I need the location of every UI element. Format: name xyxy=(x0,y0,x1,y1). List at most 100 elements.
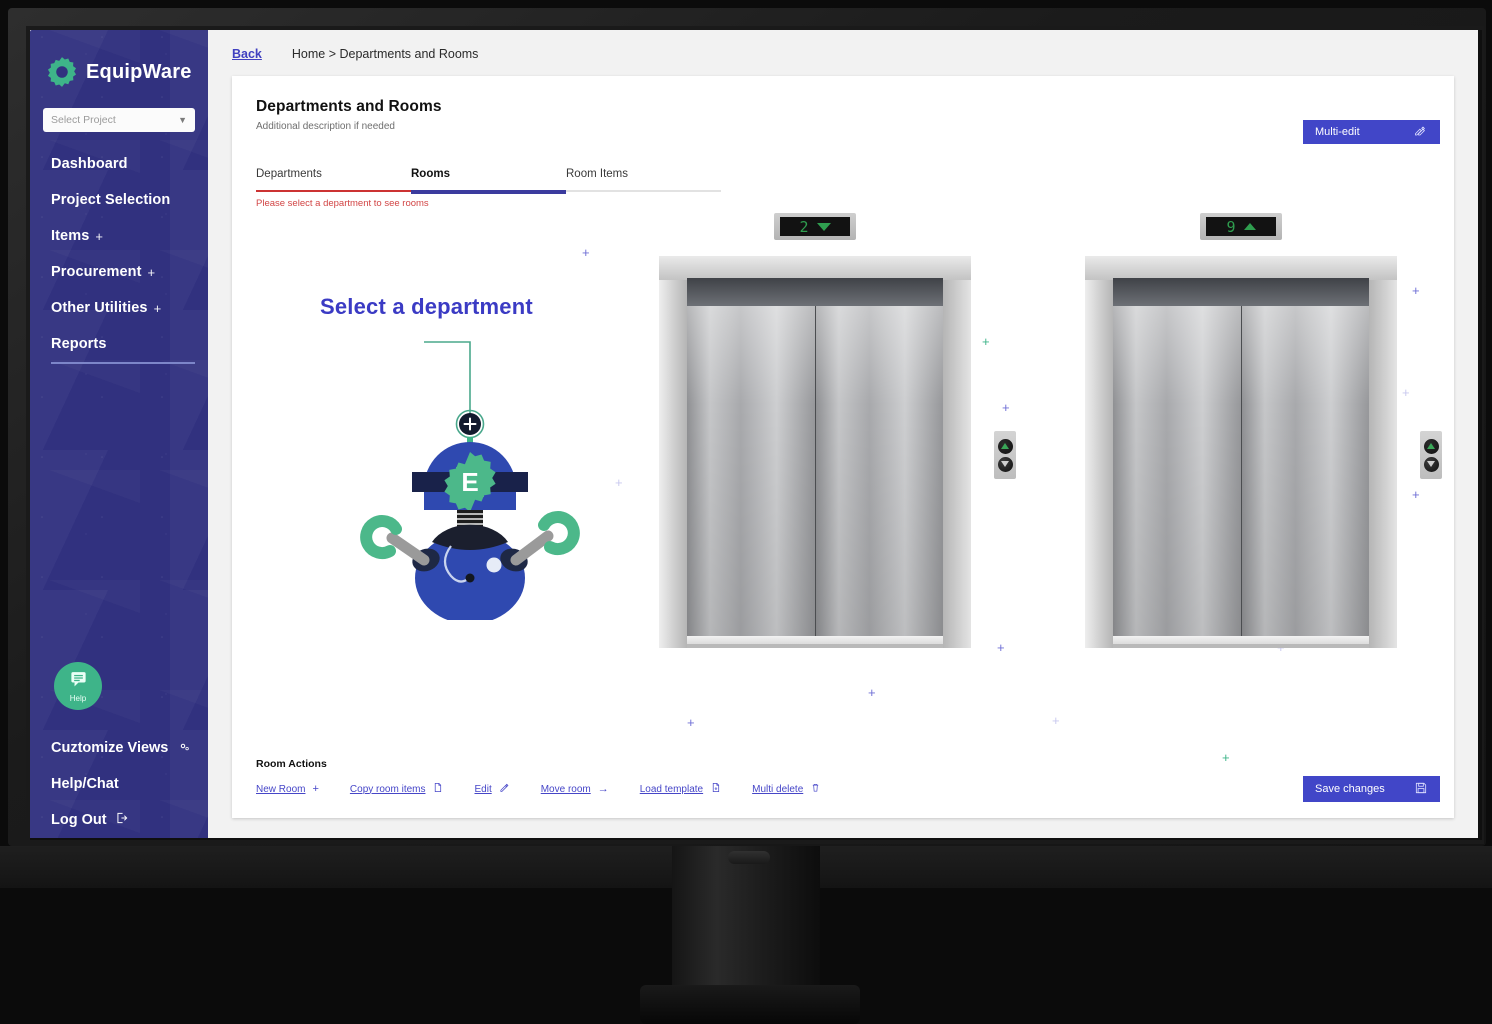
load-template-action[interactable]: Load template xyxy=(640,782,721,796)
breadcrumb: Home > Departments and Rooms xyxy=(292,47,479,61)
sidebar-item-items[interactable]: Items + xyxy=(30,218,208,254)
sidebar-item-help-chat[interactable]: Help/Chat xyxy=(30,766,208,802)
elevator-left-doors[interactable] xyxy=(659,256,971,648)
sidebar-nav: Dashboard Project Selection Items + Proc… xyxy=(30,146,208,364)
sidebar-item-label: Project Selection xyxy=(51,192,170,208)
content-card: Departments and Rooms Additional descrip… xyxy=(232,76,1454,818)
tab-underlines xyxy=(256,190,722,194)
tab-error-message: Please select a department to see rooms xyxy=(256,198,429,209)
elevator-left-indicator: 2 xyxy=(774,213,856,240)
sidebar-item-customize-views[interactable]: Cuztomize Views xyxy=(30,730,208,766)
project-select-dropdown[interactable]: Select Project ▼ xyxy=(43,108,195,132)
multi-edit-button[interactable]: Multi-edit xyxy=(1303,120,1440,144)
brand: EquipWare xyxy=(30,30,208,90)
elevator-right-indicator: 9 xyxy=(1200,213,1282,240)
copy-room-items-label: Copy room items xyxy=(350,784,426,795)
call-up-button[interactable] xyxy=(1424,439,1439,454)
monitor-stand-neck xyxy=(672,846,820,996)
arrow-up-icon xyxy=(1244,223,1256,230)
elevator-left-floor: 2 xyxy=(799,218,808,236)
sidebar-item-procurement[interactable]: Procurement + xyxy=(30,254,208,290)
sidebar-item-other-utilities[interactable]: Other Utilities + xyxy=(30,290,208,326)
save-changes-button[interactable]: Save changes xyxy=(1303,776,1440,802)
sidebar-item-label: Other Utilities xyxy=(51,300,148,316)
chevron-down-icon: ▼ xyxy=(178,115,187,125)
tab-rooms[interactable]: Rooms xyxy=(411,168,566,187)
document-download-icon xyxy=(710,782,721,796)
call-down-button[interactable] xyxy=(998,457,1013,472)
door-sill xyxy=(1113,636,1369,644)
edit-action[interactable]: Edit xyxy=(474,782,509,796)
elevator-right-call-panel[interactable] xyxy=(1420,431,1442,479)
help-bubble-label: Help xyxy=(70,694,86,703)
move-room-label: Move room xyxy=(541,784,591,795)
room-actions-title: Room Actions xyxy=(256,758,1436,770)
elevator-left-call-panel[interactable] xyxy=(994,431,1016,479)
door-leaf-right xyxy=(816,306,944,636)
elevator-right-indicator-screen: 9 xyxy=(1206,217,1276,236)
door-frame-right xyxy=(943,256,971,648)
monitor-bezel: EquipWare Select Project ▼ Dashboard Pro… xyxy=(8,8,1486,846)
page-title: Departments and Rooms xyxy=(256,98,1454,116)
edit-label: Edit xyxy=(474,784,491,795)
pencil-icon xyxy=(499,782,510,796)
sparkle-icon: + xyxy=(868,686,876,699)
rooms-canvas: + + + + + + + + + + + + + + + xyxy=(232,216,1454,676)
help-bubble-button[interactable]: Help xyxy=(54,662,102,710)
main-content: Back Home > Departments and Rooms Depart… xyxy=(208,30,1478,838)
multi-delete-action[interactable]: Multi delete xyxy=(752,782,821,796)
sparkle-icon: + xyxy=(982,335,990,348)
call-up-button[interactable] xyxy=(998,439,1013,454)
load-template-label: Load template xyxy=(640,784,703,795)
room-actions-links: New Room + Copy room items Edit xyxy=(256,782,1436,796)
sidebar-link-label: Log Out xyxy=(51,812,107,828)
sidebar-item-project-selection[interactable]: Project Selection xyxy=(30,182,208,218)
multi-pencil-icon xyxy=(1413,123,1428,141)
plus-icon: + xyxy=(312,784,318,795)
save-disk-icon xyxy=(1414,781,1428,798)
tab-room-items[interactable]: Room Items xyxy=(566,168,721,187)
door-panels xyxy=(1113,306,1369,636)
tab-rule-rooms-active xyxy=(411,190,566,194)
chat-bubble-icon xyxy=(69,669,88,693)
door-frame-top xyxy=(1085,256,1397,280)
new-room-action[interactable]: New Room + xyxy=(256,784,319,795)
project-select-placeholder: Select Project xyxy=(51,114,116,126)
trash-icon xyxy=(810,782,821,796)
sidebar-link-label: Cuztomize Views xyxy=(51,740,168,756)
room-actions: Room Actions New Room + Copy room items xyxy=(256,758,1436,796)
sparkle-icon: + xyxy=(687,716,695,729)
door-leaf-right xyxy=(1242,306,1370,636)
move-room-action[interactable]: Move room → xyxy=(541,784,609,795)
sidebar-item-log-out[interactable]: Log Out xyxy=(30,802,208,838)
copy-document-icon xyxy=(432,782,443,796)
back-link[interactable]: Back xyxy=(232,47,262,61)
monitor-stand-notch xyxy=(728,851,770,864)
sidebar-item-label: Reports xyxy=(51,336,107,352)
copy-room-items-action[interactable]: Copy room items xyxy=(350,782,444,796)
door-frame-top xyxy=(659,256,971,280)
sparkle-icon: + xyxy=(1402,386,1410,399)
expand-plus-icon: + xyxy=(154,301,162,316)
tab-rule-room-items xyxy=(566,190,721,192)
svg-text:E: E xyxy=(461,467,478,497)
empty-state-title: Select a department xyxy=(320,294,620,320)
elevator-right-floor: 9 xyxy=(1226,218,1235,236)
empty-state: Select a department xyxy=(320,294,620,625)
tab-departments[interactable]: Departments xyxy=(256,168,411,187)
arrow-right-icon: → xyxy=(598,784,609,795)
door-leaf-left xyxy=(687,306,816,636)
sidebar-item-reports[interactable]: Reports xyxy=(30,326,208,362)
sidebar-item-dashboard[interactable]: Dashboard xyxy=(30,146,208,182)
page-subtitle: Additional description if needed xyxy=(256,121,1454,132)
elevator-right-doors[interactable] xyxy=(1085,256,1397,648)
sidebar-item-label: Dashboard xyxy=(51,156,128,172)
door-lintel xyxy=(1113,278,1369,306)
gear-icon xyxy=(176,739,190,757)
call-down-button[interactable] xyxy=(1424,457,1439,472)
sidebar-active-underline xyxy=(51,362,195,364)
sparkle-icon: + xyxy=(582,246,590,259)
expand-plus-icon: + xyxy=(148,265,156,280)
card-header: Departments and Rooms Additional descrip… xyxy=(232,76,1454,132)
elevator-left-indicator-screen: 2 xyxy=(780,217,850,236)
